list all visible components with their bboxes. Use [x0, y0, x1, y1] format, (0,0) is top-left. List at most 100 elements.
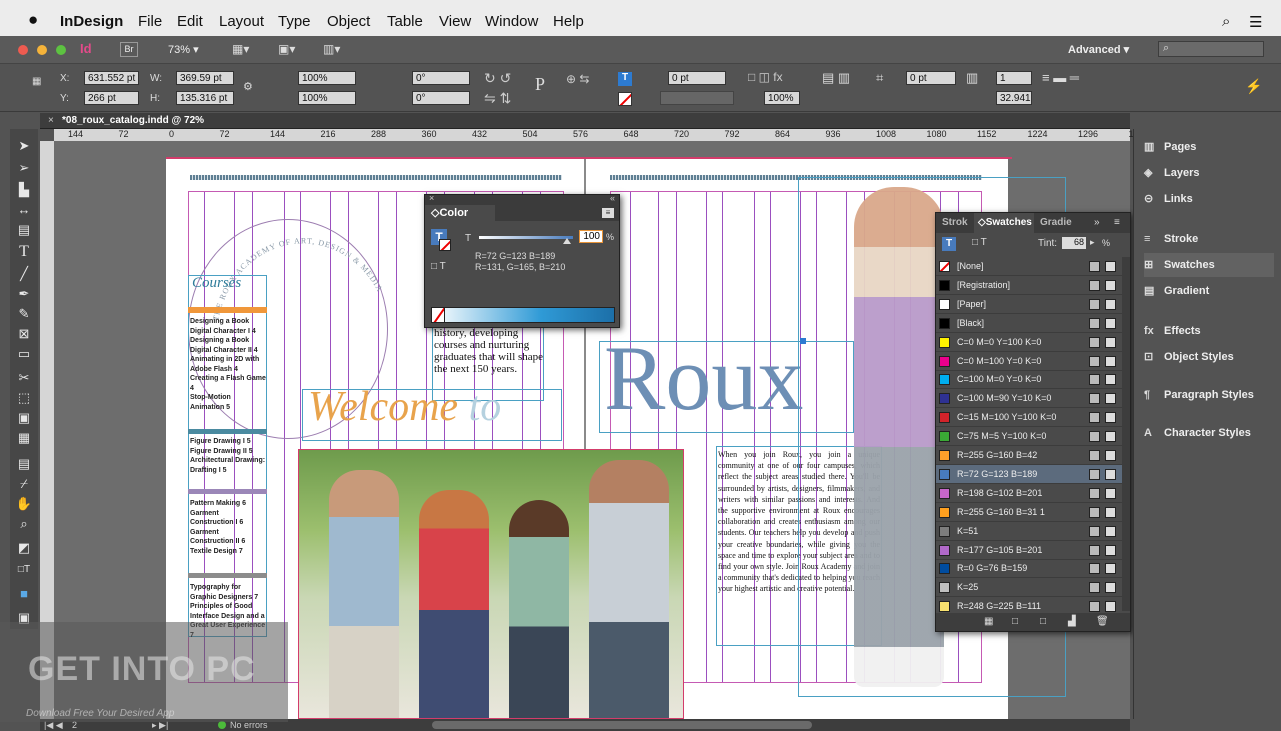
text-align-icons[interactable]: ≡ ▬ ═	[1042, 70, 1079, 85]
tab-stroke[interactable]: Strok	[942, 217, 968, 228]
page-tool-icon[interactable]: ▙	[14, 181, 34, 199]
gradient-swatch-tool-icon[interactable]: ▣	[14, 409, 34, 427]
apple-icon[interactable]: ●	[28, 10, 38, 30]
type-tool-icon[interactable]: T	[14, 243, 34, 261]
swatches-tint-field[interactable]: 68	[1062, 237, 1086, 249]
color-panel[interactable]: × « ◇Color ≡ T T 100 % R=72 G=123 B=189 R…	[424, 193, 620, 328]
workspace-switcher[interactable]: Advanced ▾	[1068, 43, 1129, 56]
color-panel-titlebar[interactable]: × «	[425, 193, 619, 205]
menu-type[interactable]: Type	[278, 13, 311, 30]
menu-table[interactable]: Table	[387, 13, 423, 30]
stroke-type-select[interactable]	[660, 91, 734, 105]
free-transform-tool-icon[interactable]: ⬚	[14, 389, 34, 407]
shear-field[interactable]: 0°	[412, 91, 470, 105]
tint-value-field[interactable]: 100	[579, 230, 603, 243]
horizontal-ruler[interactable]: 144 72 0 72 144 216 288 360 432 504 576 648 720 792 86…	[54, 129, 1139, 141]
fill-text-icon[interactable]: T	[618, 72, 632, 86]
show-gradient-swatches-icon[interactable]: □	[1040, 616, 1046, 627]
document-tab[interactable]: *08_roux_catalog.indd @ 72%	[62, 115, 204, 126]
swatches-menu-icon[interactable]: ≡	[1114, 217, 1120, 228]
zoom-level-select[interactable]: 73% ▾	[168, 43, 199, 56]
menu-layout[interactable]: Layout	[219, 13, 264, 30]
zoom-tool-icon[interactable]: ⌕	[14, 515, 34, 533]
content-collector-icon[interactable]: ▤	[14, 221, 34, 239]
y-position-field[interactable]: 266 pt	[84, 91, 139, 105]
eyedropper-tool-icon[interactable]: ⌿	[14, 475, 34, 493]
swatch-row[interactable]: [None]	[936, 257, 1122, 276]
swatches-fill-icon[interactable]: T	[942, 237, 956, 251]
close-window-button[interactable]	[18, 45, 28, 55]
swatches-scrollbar[interactable]	[1122, 257, 1130, 611]
arrange-documents-button[interactable]: ▥▾	[323, 42, 340, 56]
students-photo[interactable]	[298, 449, 684, 719]
rotation-field[interactable]: 0°	[412, 71, 470, 85]
show-all-swatches-icon[interactable]: ▦	[984, 616, 993, 627]
swatch-row[interactable]: [Paper]	[936, 295, 1122, 314]
swatch-row[interactable]: C=75 M=5 Y=100 K=0	[936, 427, 1122, 447]
swatches-tint-arrow-icon[interactable]: ▸	[1090, 237, 1095, 248]
swatch-row[interactable]: K=51	[936, 522, 1122, 541]
swatch-row[interactable]: R=255 G=160 B=31 1	[936, 503, 1122, 522]
tab-gradient[interactable]: Gradie	[1040, 217, 1072, 228]
gradient-feather-tool-icon[interactable]: ▦	[14, 429, 34, 447]
menu-object[interactable]: Object	[327, 13, 370, 30]
swatches-formatting-icons[interactable]: □ T	[972, 237, 987, 248]
opacity-field[interactable]: 100%	[764, 91, 800, 105]
zoom-window-button[interactable]	[56, 45, 66, 55]
pencil-tool-icon[interactable]: ✎	[14, 305, 34, 323]
rectangle-frame-tool-icon[interactable]: ⊠	[14, 325, 34, 343]
fill-stroke-icon[interactable]: ◩	[14, 539, 34, 557]
menu-edit[interactable]: Edit	[177, 13, 203, 30]
none-swatch-icon[interactable]	[431, 307, 445, 323]
swatch-row[interactable]: C=100 M=0 Y=0 K=0	[936, 370, 1122, 390]
selection-tool-icon[interactable]: ➤	[14, 137, 34, 155]
stroke-none-icon[interactable]	[618, 92, 632, 106]
panel-item-links[interactable]: ⊝ Links	[1144, 187, 1274, 211]
minimize-window-button[interactable]	[37, 45, 47, 55]
gutter-field[interactable]: 32.941	[996, 91, 1032, 105]
line-tool-icon[interactable]: ╱	[14, 265, 34, 283]
pen-tool-icon[interactable]: ✒	[14, 285, 34, 303]
note-tool-icon[interactable]: ▤	[14, 455, 34, 473]
hand-tool-icon[interactable]: ✋	[14, 495, 34, 513]
swatch-row[interactable]: R=255 G=160 B=42	[936, 446, 1122, 465]
search-icon[interactable]: ⌕	[1222, 13, 1230, 30]
scale-x-field[interactable]: 100%	[298, 71, 356, 85]
x-position-field[interactable]: 631.552 pt	[84, 71, 139, 85]
offset-field[interactable]: 0 pt	[906, 71, 956, 85]
panel-item-gradient[interactable]: ▤ Gradient	[1144, 279, 1274, 303]
swatch-row[interactable]: R=198 G=102 B=201	[936, 484, 1122, 503]
stroke-swatch-icon[interactable]	[439, 239, 451, 251]
formatting-container-icon[interactable]: □ T	[431, 261, 446, 272]
height-field[interactable]: 135.316 pt	[176, 91, 234, 105]
tint-slider-track[interactable]	[479, 236, 573, 244]
panel-menu-icon[interactable]: ≡	[602, 208, 614, 218]
horizontal-scrollbar[interactable]	[432, 721, 812, 729]
menu-window[interactable]: Window	[485, 13, 538, 30]
menu-view[interactable]: View	[439, 13, 471, 30]
menu-app-name[interactable]: InDesign	[60, 13, 123, 30]
tint-slider-thumb[interactable]	[563, 238, 571, 244]
swatch-row[interactable]: K=25	[936, 578, 1122, 598]
menu-list-icon[interactable]: ☰	[1249, 13, 1262, 31]
flip-icons[interactable]: ⇋ ⇅	[484, 90, 511, 107]
reference-p-icon[interactable]: P	[535, 74, 545, 95]
gap-tool-icon[interactable]: ↔	[14, 201, 34, 219]
swatch-row[interactable]: R=177 G=105 B=201	[936, 541, 1122, 560]
collapse-panel-icon[interactable]: «	[610, 193, 615, 203]
scissors-tool-icon[interactable]: ✂	[14, 369, 34, 387]
swatch-row[interactable]: C=100 M=90 Y=10 K=0	[936, 389, 1122, 409]
swatch-row[interactable]: C=15 M=100 Y=100 K=0	[936, 408, 1122, 428]
direct-selection-tool-icon[interactable]: ➢	[14, 159, 34, 177]
tab-swatches[interactable]: ◇Swatches	[974, 213, 1034, 233]
stroke-weight-field[interactable]: 0 pt	[668, 71, 726, 85]
panel-item-pages[interactable]: ▥ Pages	[1144, 135, 1274, 159]
scale-y-field[interactable]: 100%	[298, 91, 356, 105]
rotate-icons[interactable]: ↻ ↺	[484, 70, 511, 87]
lightning-icon[interactable]: ⚡	[1245, 78, 1262, 95]
expand-panel-icon[interactable]: »	[1094, 217, 1100, 228]
select-container-icon[interactable]: ⊕ ⇆	[566, 72, 589, 86]
panel-item-paragraph-styles[interactable]: ¶ Paragraph Styles	[1144, 383, 1274, 407]
view-options-button[interactable]: ▦▾	[232, 42, 249, 56]
swatches-panel[interactable]: Strok ◇Swatches Gradie » ≡ T □ T Tint: 6…	[935, 212, 1131, 632]
